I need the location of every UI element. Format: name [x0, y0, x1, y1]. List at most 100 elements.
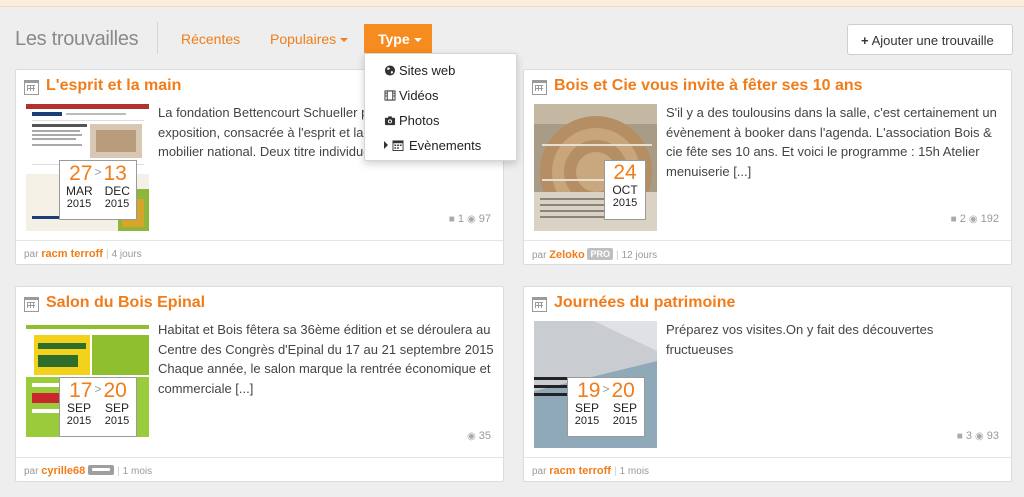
end-day: 20 — [611, 379, 635, 402]
start-day: 27 — [69, 162, 93, 185]
menu-item-label: Photos — [399, 113, 440, 128]
end-year: 2015 — [612, 415, 638, 427]
view-count: 35 — [478, 430, 491, 442]
comment-icon: ■ — [956, 431, 963, 442]
plus-icon: + — [861, 33, 869, 48]
post-time: 1 mois — [619, 466, 650, 477]
post-time: 12 jours — [621, 250, 658, 261]
card-excerpt: Habitat et Bois fêtera sa 36ème édition … — [158, 322, 494, 396]
add-trouvaille-label: Ajouter une trouvaille — [871, 33, 994, 48]
calendar-icon — [24, 80, 39, 95]
card-stats: ■ 1 ◉ 97 — [449, 213, 491, 225]
card-footer: par racm terroff | 4 jours — [24, 248, 142, 260]
date-day: 24 — [613, 161, 637, 184]
author-link[interactable]: racm terroff — [549, 465, 611, 477]
pro-badge: PRO — [587, 248, 613, 260]
view-count: 192 — [980, 213, 999, 225]
range-arrow: > — [94, 382, 102, 396]
by-label: par — [24, 466, 39, 477]
calendar-icon — [532, 80, 547, 95]
card-divider — [524, 457, 1011, 458]
start-year: 2015 — [66, 415, 92, 427]
nav-type-label: Type — [378, 31, 410, 47]
menu-item-label: Vidéos — [399, 88, 439, 103]
eye-icon: ◉ — [467, 431, 476, 442]
range-arrow: > — [602, 382, 610, 396]
by-label: par — [532, 250, 547, 261]
date-badge: 19 >20 SEP SEP 2015 2015 — [567, 377, 645, 437]
range-arrow: > — [94, 165, 102, 179]
start-year: 2015 — [574, 415, 600, 427]
eye-icon: ◉ — [467, 214, 476, 225]
end-month: DEC — [104, 184, 130, 198]
caret-right-icon — [384, 141, 388, 149]
camera-icon — [384, 116, 396, 126]
add-trouvaille-button[interactable]: + Ajouter une trouvaille — [847, 24, 1013, 55]
card-title[interactable]: Journées du patrimoine — [554, 294, 735, 312]
by-label: par — [24, 249, 39, 260]
card-bois-cie: Bois et Cie vous invite à fêter ses 10 a… — [523, 69, 1012, 265]
author-link[interactable]: racm terroff — [41, 248, 103, 260]
date-month: OCT — [612, 183, 638, 197]
nav-populaires-label: Populaires — [270, 31, 337, 47]
date-badge: 27 >13 MAR DEC 2015 2015 — [59, 160, 137, 220]
calendar-icon — [24, 297, 39, 312]
menu-item-evenements[interactable]: Evènements — [365, 135, 516, 157]
menu-item-label: Evènements — [409, 138, 482, 153]
eye-icon: ◉ — [968, 214, 978, 225]
start-month: SEP — [574, 401, 599, 415]
end-month: SEP — [104, 401, 129, 415]
end-month: SEP — [612, 401, 637, 415]
card-title[interactable]: Bois et Cie vous invite à fêter ses 10 a… — [554, 77, 863, 95]
top-strip — [0, 0, 1024, 7]
nav-recentes[interactable]: Récentes — [181, 31, 240, 47]
comment-count: 1 — [457, 213, 464, 225]
nav-type[interactable]: Type — [364, 24, 432, 53]
start-month: MAR — [65, 184, 93, 198]
card-excerpt: S'il y a des toulousins dans la salle, c… — [666, 105, 997, 179]
eye-icon: ◉ — [975, 431, 984, 442]
menu-item-sites-web[interactable]: Sites web — [365, 60, 516, 82]
type-dropdown-menu: Sites web Vidéos Photos Evènements — [364, 53, 517, 161]
nav-populaires[interactable]: Populaires — [270, 31, 349, 47]
nav-recentes-label: Récentes — [181, 31, 241, 47]
calendar-icon — [532, 297, 547, 312]
calendar-icon — [392, 140, 404, 151]
end-day: 20 — [103, 379, 127, 402]
end-year: 2015 — [104, 415, 130, 427]
card-stats: ◉ 35 — [467, 430, 491, 442]
view-count: 97 — [478, 213, 491, 225]
chevron-down-icon — [413, 38, 422, 43]
card-stats: ■ 3 ◉ 93 — [957, 430, 999, 442]
header-divider — [157, 22, 158, 54]
menu-item-photos[interactable]: Photos — [365, 110, 516, 132]
film-icon — [384, 90, 396, 101]
comment-count: 3 — [965, 430, 972, 442]
author-link[interactable]: cyrille68 — [41, 465, 85, 477]
date-badge: 24 OCT 2015 — [604, 160, 646, 220]
card-journees-patrimoine: Journées du patrimoine 19 >20 SEP SEP 2015… — [523, 286, 1012, 482]
comment-icon: ■ — [448, 214, 455, 225]
card-title[interactable]: L'esprit et la main — [46, 77, 181, 95]
chevron-down-icon — [340, 38, 349, 43]
card-divider — [16, 240, 503, 241]
start-year: 2015 — [66, 198, 92, 210]
comment-icon: ■ — [950, 214, 957, 225]
card-divider — [524, 240, 1011, 241]
end-year: 2015 — [104, 198, 130, 210]
card-salon-bois: Salon du Bois Epinal 17 >20 SEP SEP 2015 20… — [15, 286, 504, 482]
card-footer: par cyrille68 | 1 mois — [24, 465, 153, 477]
page-title: Les trouvailles — [15, 28, 139, 50]
by-label: par — [532, 466, 547, 477]
menu-item-videos[interactable]: Vidéos — [365, 85, 516, 107]
date-badge: 17 >20 SEP SEP 2015 2015 — [59, 377, 137, 437]
comment-count: 2 — [959, 213, 966, 225]
author-link[interactable]: Zeloko — [549, 249, 584, 261]
start-month: SEP — [66, 401, 91, 415]
card-footer: par racm terroff | 1 mois — [532, 465, 650, 477]
date-year: 2015 — [612, 197, 638, 209]
card-stats: ■ 2 ◉ 192 — [951, 213, 999, 225]
card-title[interactable]: Salon du Bois Epinal — [46, 294, 205, 312]
member-badge — [88, 465, 115, 475]
post-time: 1 mois — [122, 466, 153, 477]
